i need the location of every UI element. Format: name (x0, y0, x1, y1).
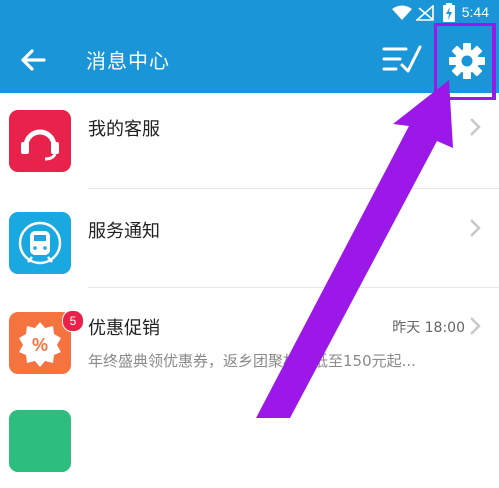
no-signal-icon (416, 5, 434, 21)
list-item-service-notice[interactable]: 服务通知 (0, 192, 499, 288)
page-title: 消息中心 (86, 49, 170, 73)
list-item-partial[interactable] (0, 392, 499, 488)
unread-badge: 5 (62, 310, 84, 332)
message-time: 昨天 18:00 (392, 320, 465, 336)
chevron-right-icon (470, 219, 481, 237)
svg-text:%: % (32, 335, 48, 355)
message-preview: 年终盛典领优惠券，返乡团聚机票低至150元起... (88, 352, 416, 370)
settings-highlight-box (434, 23, 496, 100)
headset-icon (9, 110, 71, 172)
list-item-customer-service[interactable]: 我的客服 (0, 93, 499, 189)
list-item-title: 服务通知 (88, 221, 160, 242)
list-item-promotions[interactable]: % 优惠促销 昨天 18:00 年终盛典领优惠券，返乡团聚机票低至150元起..… (0, 294, 499, 390)
back-arrow-icon[interactable] (18, 45, 48, 75)
status-time: 5:44 (461, 4, 489, 20)
mark-all-read-icon[interactable] (382, 41, 422, 77)
chevron-right-icon (470, 118, 481, 136)
train-icon (9, 212, 71, 274)
wifi-icon (392, 5, 412, 20)
divider (88, 188, 499, 189)
battery-charging-icon (443, 3, 455, 22)
list-item-title: 优惠促销 (88, 318, 160, 339)
divider (88, 287, 499, 288)
chevron-right-icon (470, 317, 481, 335)
list-item-title: 我的客服 (88, 119, 160, 140)
app-icon (9, 410, 71, 472)
status-bar: 5:44 (0, 0, 499, 25)
app-bar: 消息中心 (0, 25, 499, 93)
